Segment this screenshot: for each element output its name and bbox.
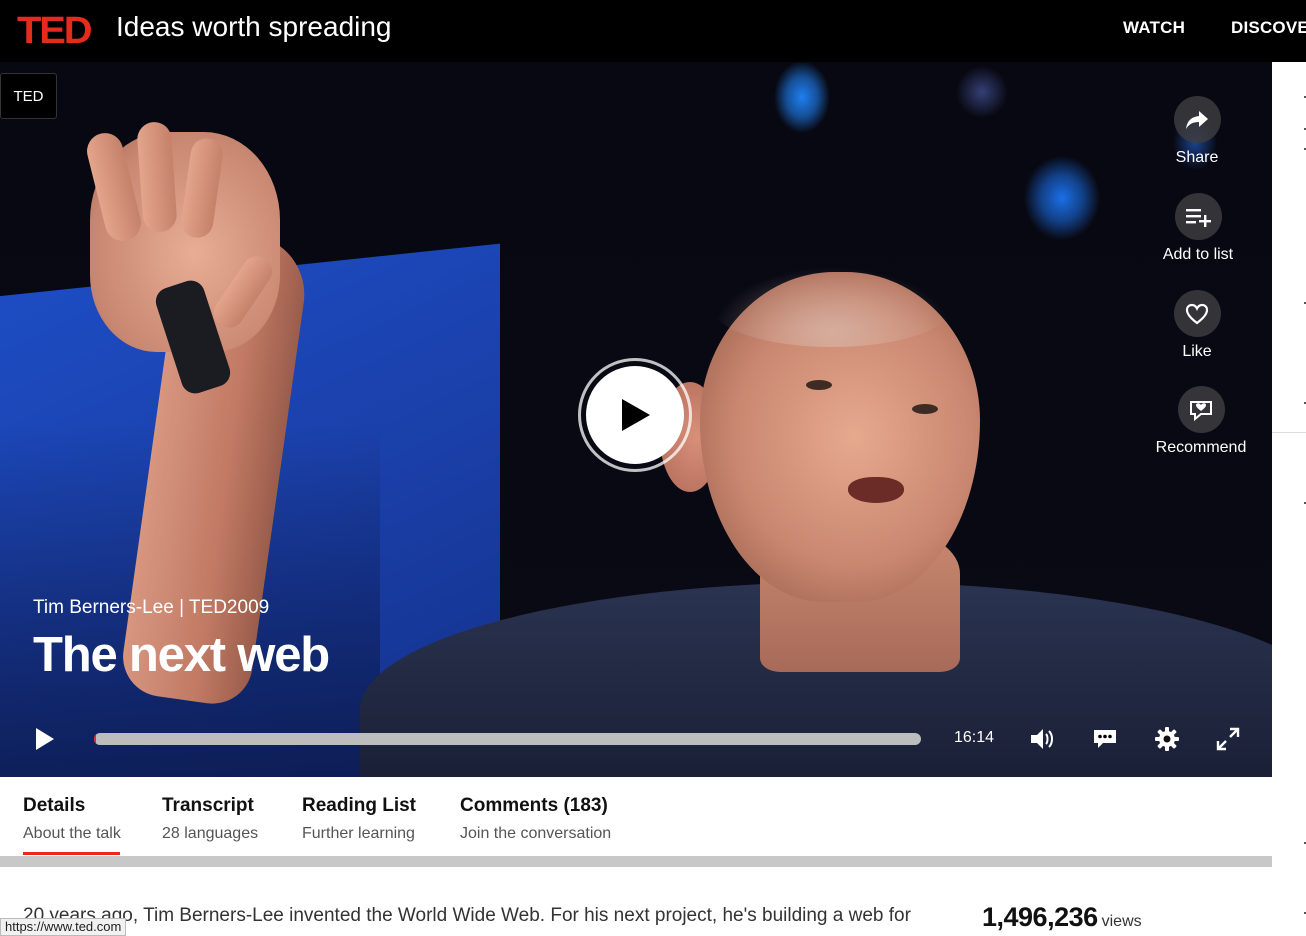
recommend-label: Recommend	[1155, 439, 1247, 456]
share-icon	[1173, 96, 1221, 143]
playlist-add-icon	[1174, 193, 1222, 240]
gear-icon	[1155, 727, 1179, 751]
like-button[interactable]: Like	[1137, 290, 1257, 361]
play-icon	[36, 728, 54, 750]
play-button[interactable]	[29, 724, 59, 754]
progress-fill	[94, 733, 96, 745]
tab-subtitle: About the talk	[23, 825, 121, 842]
speaker-eye	[912, 404, 938, 414]
view-count: 1,496,236 views	[982, 902, 1142, 933]
sidebar-edge	[1272, 62, 1306, 936]
add-to-list-button[interactable]: Add to list	[1138, 193, 1258, 264]
speaker-event[interactable]: Tim Berners-Lee | TED2009	[33, 597, 269, 619]
video-player[interactable]: TED Share Add to list Like Recommend Tim…	[0, 62, 1272, 777]
tagline: Ideas worth spreading	[116, 11, 392, 42]
active-tab-indicator	[23, 852, 120, 855]
tab-transcript[interactable]: Transcript 28 languages	[162, 795, 258, 843]
talk-description: 20 years ago, Tim Berners-Lee invented t…	[23, 905, 911, 926]
tab-reading-list[interactable]: Reading List Further learning	[302, 795, 416, 843]
volume-button[interactable]	[1028, 724, 1058, 754]
tab-title: Reading List	[302, 795, 417, 816]
tabs-divider	[0, 856, 1272, 867]
speaker-hair	[712, 267, 952, 347]
nav-discover[interactable]: DISCOVE	[1231, 18, 1306, 38]
talk-title: The next web	[33, 628, 330, 682]
duration-label: 16:14	[954, 729, 995, 746]
add-to-list-label: Add to list	[1162, 246, 1234, 263]
status-bar-url: https://www.ted.com	[0, 918, 127, 936]
recommend-icon	[1177, 386, 1225, 433]
recommend-button[interactable]: Recommend	[1141, 386, 1261, 457]
tab-title: Transcript	[162, 795, 254, 816]
big-play-button[interactable]	[578, 358, 692, 472]
tab-title: Comments (183)	[460, 795, 608, 816]
top-header: TED Ideas worth spreading WATCH DISCOVE	[0, 0, 1306, 62]
tab-subtitle: Join the conversation	[460, 825, 612, 842]
captions-button[interactable]	[1090, 724, 1120, 754]
ted-logo[interactable]: TED	[17, 10, 93, 53]
captions-icon	[1094, 730, 1116, 748]
view-count-label: views	[1101, 913, 1142, 930]
like-label: Like	[1182, 343, 1212, 360]
fullscreen-icon	[1216, 727, 1240, 751]
tab-details[interactable]: Details About the talk	[23, 795, 121, 855]
nav-watch[interactable]: WATCH	[1123, 18, 1185, 38]
volume-icon	[1031, 729, 1053, 749]
play-icon	[586, 366, 684, 464]
speaker-mouth	[848, 477, 904, 503]
fullscreen-button[interactable]	[1213, 724, 1243, 754]
tab-title: Details	[23, 795, 86, 816]
view-count-number: 1,496,236	[982, 902, 1098, 932]
tab-subtitle: 28 languages	[162, 825, 259, 842]
tab-comments[interactable]: Comments (183) Join the conversation	[460, 795, 611, 843]
progress-bar[interactable]	[94, 733, 921, 745]
divider	[1272, 432, 1306, 433]
share-button[interactable]: Share	[1137, 96, 1257, 167]
talk-tabs: Details About the talk Transcript 28 lan…	[0, 777, 1272, 857]
player-controls: 16:14	[0, 712, 1272, 777]
share-label: Share	[1175, 149, 1219, 166]
tab-subtitle: Further learning	[302, 825, 415, 842]
speaker-eye	[806, 380, 832, 390]
heart-icon	[1173, 290, 1221, 337]
settings-button[interactable]	[1152, 724, 1182, 754]
ted-badge: TED	[0, 73, 57, 119]
